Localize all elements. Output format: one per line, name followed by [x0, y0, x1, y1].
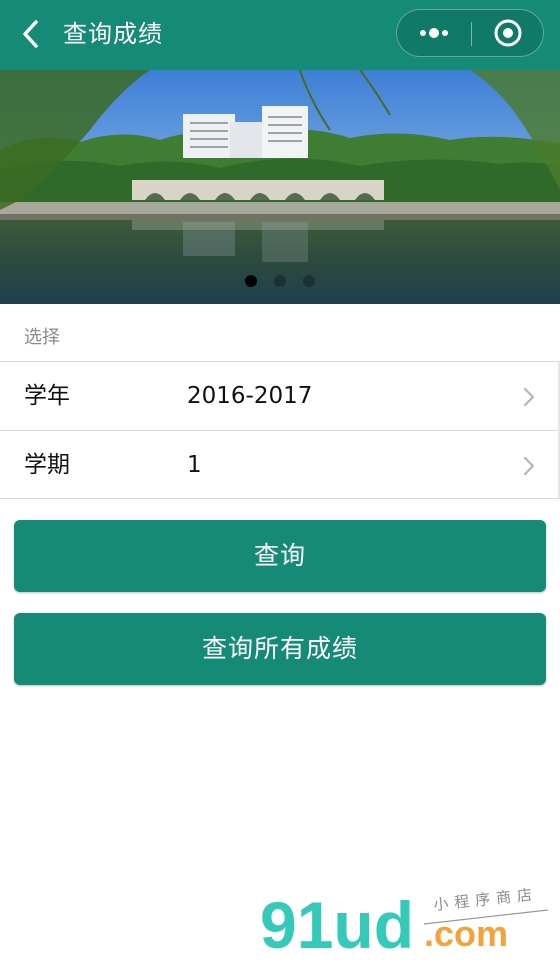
query-all-grades-button[interactable]: 查询所有成绩: [14, 613, 546, 685]
page-title: 查询成绩: [63, 20, 163, 48]
back-chevron-icon[interactable]: [14, 16, 50, 52]
row-value: 1: [187, 452, 202, 478]
navigation-bar: 查询成绩: [0, 0, 560, 70]
carousel-indicator: [0, 272, 560, 290]
row-label: 学年: [24, 383, 70, 409]
close-target-icon[interactable]: [472, 10, 544, 56]
picker-list: 学年 2016-2017 学期 1: [0, 361, 560, 499]
carousel-dot[interactable]: [303, 275, 316, 287]
row-label: 学期: [24, 452, 70, 478]
watermark-brand: 91ud: [260, 888, 414, 956]
row-value: 2016-2017: [187, 383, 313, 409]
carousel-dot[interactable]: [274, 275, 286, 287]
carousel-dot-active[interactable]: [244, 275, 257, 287]
watermark-tagline: 小程序商店: [433, 886, 539, 914]
academic-year-picker-row[interactable]: 学年 2016-2017: [0, 362, 558, 431]
chevron-right-icon: [523, 387, 535, 407]
campus-lake-photo: [0, 70, 560, 304]
semester-picker-row[interactable]: 学期 1: [0, 431, 558, 499]
section-label: 选择: [24, 327, 60, 348]
query-button[interactable]: 查询: [14, 520, 546, 592]
watermark-logo: 91ud .com 小程序商店: [260, 886, 549, 956]
chevron-right-icon: [523, 456, 535, 476]
mini-program-capsule: [396, 9, 544, 57]
campus-banner-image[interactable]: [0, 70, 560, 304]
more-ellipsis-icon[interactable]: [397, 10, 471, 56]
